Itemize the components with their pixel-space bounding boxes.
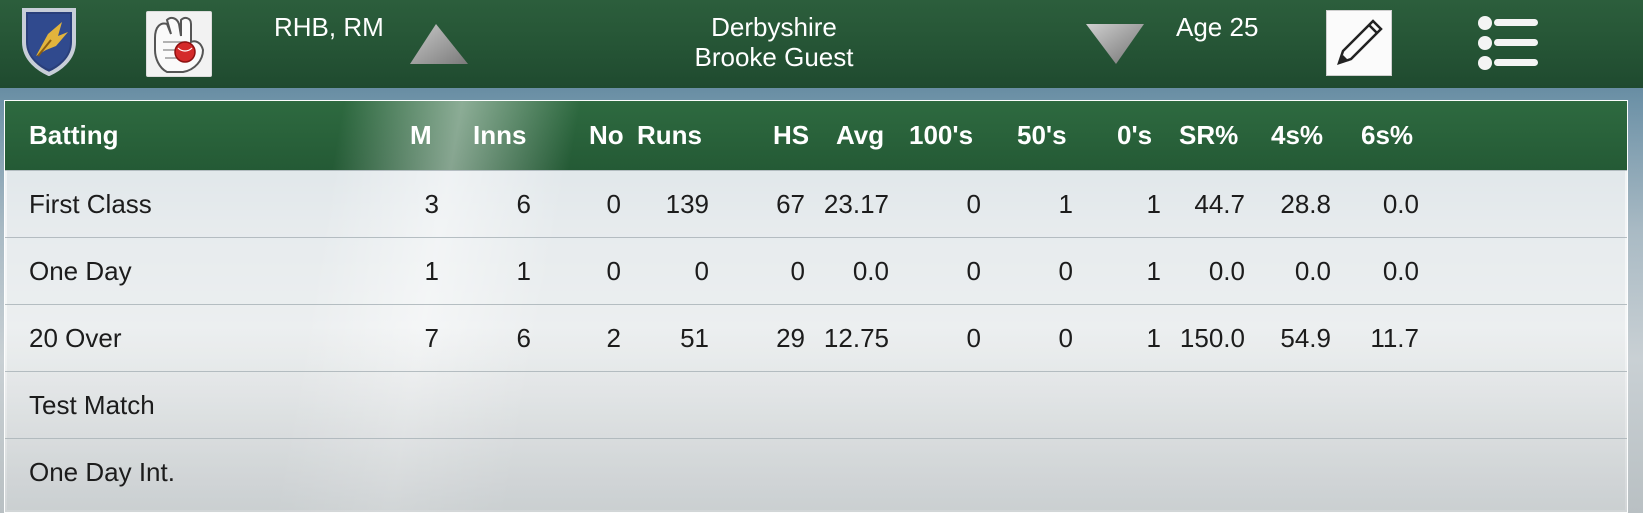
cell-sr: 150.0	[1179, 323, 1245, 353]
up-triangle-icon[interactable]	[410, 22, 468, 66]
column-header-inns: Inns	[473, 120, 527, 150]
row-format-label: Test Match	[29, 390, 155, 420]
column-header-50s: 50's	[1017, 120, 1067, 150]
menu-icon[interactable]	[1478, 14, 1540, 72]
row-format-label: One Day	[29, 256, 132, 286]
cell-6s: 0.0	[1382, 256, 1419, 286]
cell-6s: 11.7	[1370, 323, 1419, 353]
cell-inns: 1	[516, 256, 531, 286]
cell-4s: 28.8	[1280, 189, 1331, 219]
column-header-100s: 100's	[909, 120, 974, 150]
cell-50s: 0	[1058, 323, 1073, 353]
cell-6s: 0.0	[1382, 189, 1419, 219]
player-name: Brooke Guest	[694, 42, 854, 72]
wicketkeeper-gloves-icon[interactable]	[146, 11, 212, 77]
cell-sr: 0.0	[1208, 256, 1245, 286]
cell-runs: 51	[680, 323, 709, 353]
down-triangle-icon[interactable]	[1086, 22, 1144, 66]
cell-inns: 6	[516, 323, 531, 353]
top-bar: RHB, RM Derbyshire Brooke Guest Age 25	[0, 0, 1643, 88]
cell-m: 7	[424, 323, 439, 353]
table-row: First Class 3 6 0 139 67 23.17 0 1 1 44.…	[5, 170, 1627, 238]
cell-avg: 23.17	[823, 189, 889, 219]
cell-100s: 0	[966, 189, 981, 219]
column-header-batting: Batting	[29, 120, 119, 150]
cell-avg: 0.0	[852, 256, 889, 286]
cell-100s: 0	[966, 323, 981, 353]
cell-sr: 44.7	[1194, 189, 1245, 219]
cell-runs: 139	[665, 189, 709, 219]
column-header-0s: 0's	[1117, 120, 1153, 150]
cell-100s: 0	[966, 256, 981, 286]
column-header-m: M	[410, 120, 432, 150]
column-header-runs: Runs	[637, 120, 702, 150]
pencil-icon[interactable]	[1326, 10, 1392, 76]
table-row: One Day 1 1 0 0 0 0.0 0 0 1 0.0 0.0 0.0	[5, 237, 1627, 305]
row-format-label: 20 Over	[29, 323, 122, 353]
column-header-no: No	[589, 120, 624, 150]
column-header-avg: Avg	[836, 120, 885, 150]
cell-4s: 54.9	[1280, 323, 1331, 353]
batting-style-label: RHB, RM	[274, 12, 384, 42]
cell-50s: 1	[1058, 189, 1073, 219]
table-row: 20 Over 7 6 2 51 29 12.75 0 0 1 150.0 54…	[5, 304, 1627, 372]
column-header-hs: HS	[773, 120, 810, 150]
age-label: Age 25	[1176, 12, 1259, 42]
row-format-label: One Day Int.	[29, 457, 175, 487]
cell-m: 1	[424, 256, 439, 286]
column-header-4s: 4s%	[1271, 120, 1324, 150]
cell-inns: 6	[516, 189, 531, 219]
table-header-row: Batting M Inns No Runs HS Avg 100's 50's…	[5, 101, 1627, 170]
column-header-sr: SR%	[1179, 120, 1239, 150]
team-name: Derbyshire	[711, 12, 837, 42]
cell-avg: 12.75	[823, 323, 889, 353]
cell-50s: 0	[1058, 256, 1073, 286]
column-header-6s: 6s%	[1361, 120, 1414, 150]
cell-m: 3	[424, 189, 439, 219]
shield-crest-icon[interactable]	[18, 6, 80, 76]
table-row: One Day Int.	[5, 438, 1627, 506]
batting-stats-panel: Batting M Inns No Runs HS Avg 100's 50's…	[4, 100, 1628, 513]
cell-runs: 0	[694, 256, 709, 286]
row-format-label: First Class	[29, 189, 152, 219]
table-row: Test Match	[5, 371, 1627, 439]
cell-4s: 0.0	[1294, 256, 1331, 286]
